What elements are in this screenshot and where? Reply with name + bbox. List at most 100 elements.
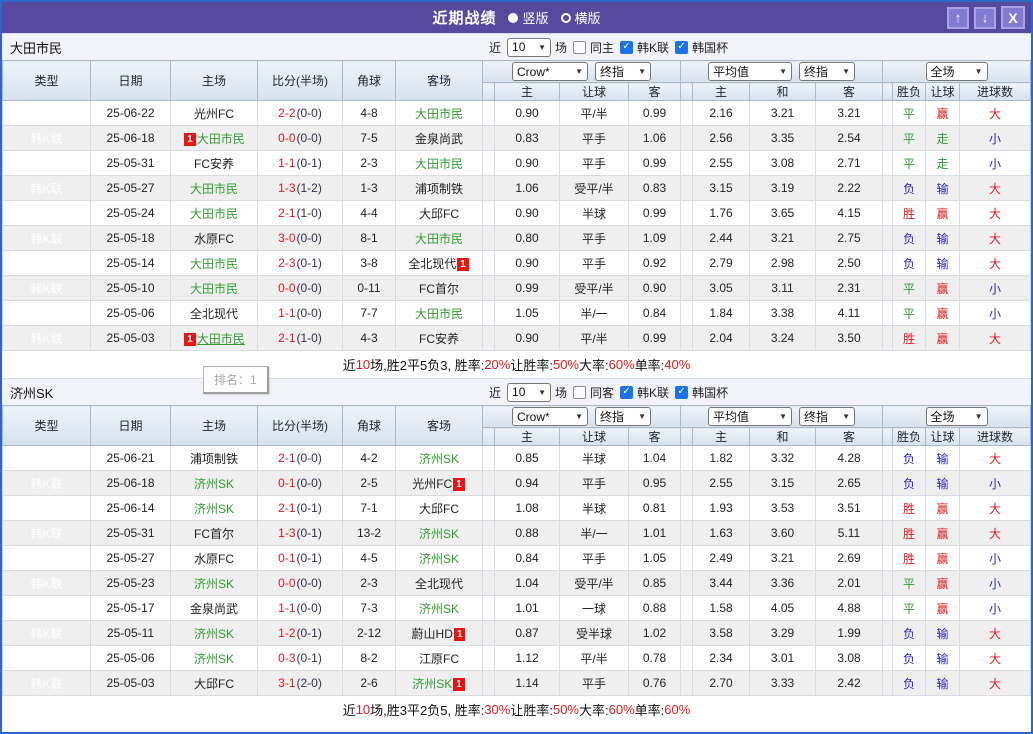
fulltime-select-group: 全场 ▼: [882, 60, 1031, 83]
home-team-cell[interactable]: 济州SK: [170, 570, 258, 596]
result-goals-cell: 小: [959, 300, 1031, 326]
home-team-cell[interactable]: 大田市民: [170, 275, 258, 301]
result-goals-cell: 大: [959, 670, 1031, 696]
average-select[interactable]: 平均值 ▼: [708, 407, 792, 426]
average-period-select[interactable]: 终指 ▼: [799, 407, 855, 426]
away-team-cell[interactable]: 大田市民: [395, 225, 483, 251]
layout-radio-horizontal[interactable]: 横版: [560, 8, 601, 27]
avg-away-cell: 2.42: [815, 670, 883, 696]
odds-away-cell: 1.09: [628, 225, 681, 251]
spacer-cell3: [882, 445, 893, 471]
away-team-cell[interactable]: 大邱FC: [395, 495, 483, 521]
away-team-cell[interactable]: 济州SK: [395, 445, 483, 471]
move-down-button[interactable]: ↓: [974, 6, 996, 29]
chevron-down-icon: ▼: [638, 412, 646, 421]
average-period-select[interactable]: 终指 ▼: [799, 62, 855, 81]
home-team-cell[interactable]: 济州SK: [170, 620, 258, 646]
odds-away-cell: 0.78: [628, 645, 681, 671]
odds-handicap-cell: 平手: [559, 225, 629, 251]
home-team-cell[interactable]: 浦项制铁: [170, 445, 258, 471]
home-team-cell[interactable]: 大田市民: [170, 175, 258, 201]
radio-vertical-label: 竖版: [522, 11, 549, 26]
home-team-cell[interactable]: 光州FC: [170, 100, 258, 126]
league-cell: 韩K联: [2, 200, 91, 226]
close-button[interactable]: X: [1001, 6, 1025, 29]
away-team-cell[interactable]: FC安养: [395, 325, 483, 351]
score-cell: 1-2(0-1): [257, 620, 343, 646]
team-name: 浦项制铁: [189, 451, 238, 466]
home-team-cell[interactable]: FC首尔: [170, 520, 258, 546]
fulltime-select[interactable]: 全场 ▼: [925, 62, 988, 81]
away-team-cell[interactable]: 济州SK: [395, 595, 483, 621]
away-team-cell[interactable]: 江原FC: [395, 645, 483, 671]
league-cell: 韩K联: [2, 175, 91, 201]
average-select[interactable]: 平均值 ▼: [708, 62, 792, 81]
layout-radio-vertical[interactable]: 竖版: [508, 8, 549, 27]
score-cell: 2-1(0-1): [257, 495, 343, 521]
bookmaker-select[interactable]: Crow* ▼: [512, 407, 588, 426]
rank-badge: 1: [453, 477, 465, 491]
away-team-cell[interactable]: 金泉尚武: [395, 125, 483, 151]
home-team-cell[interactable]: 济州SK: [170, 470, 258, 496]
cup-checkbox[interactable]: ✓: [675, 385, 689, 399]
odds-home-cell: 1.08: [494, 495, 560, 521]
recent-count-select[interactable]: 10 ▼: [507, 37, 552, 57]
away-team-cell[interactable]: 大邱FC: [395, 200, 483, 226]
same-venue-checkbox[interactable]: [573, 385, 587, 399]
home-team-cell[interactable]: 大田市民: [170, 200, 258, 226]
summary-part: 场,胜3平2负5, 胜率:: [370, 703, 485, 718]
away-team-cell[interactable]: 济州SK 1: [395, 670, 483, 696]
team-section: 大田市民 近 10 ▼ 场 同主 ✓ 韩K联 ✓ 韩国杯 类型 日期 主场 比分…: [2, 33, 1031, 378]
away-team-cell[interactable]: 济州SK: [395, 520, 483, 546]
home-team-cell[interactable]: FC安养: [170, 150, 258, 176]
home-team-cell[interactable]: 全北现代: [170, 300, 258, 326]
away-team-cell[interactable]: 全北现代: [395, 570, 483, 596]
league-k-checkbox[interactable]: ✓: [620, 385, 634, 399]
move-up-button[interactable]: ↑: [947, 6, 969, 29]
away-team-cell[interactable]: 大田市民: [395, 150, 483, 176]
home-team-cell[interactable]: 水原FC: [170, 225, 258, 251]
recent-count-select[interactable]: 10 ▼: [507, 382, 552, 402]
bookmaker-select[interactable]: Crow* ▼: [512, 62, 588, 81]
match-row: 韩K联 25-06-14 济州SK 2-1(0-1) 7-1 大邱FC 1.08…: [2, 495, 1031, 521]
league-k-checkbox[interactable]: ✓: [620, 40, 634, 54]
away-team-cell[interactable]: 大田市民: [395, 100, 483, 126]
home-team-cell[interactable]: 金泉尚武: [170, 595, 258, 621]
summary-part: 50%: [552, 702, 579, 717]
away-team-cell[interactable]: FC首尔: [395, 275, 483, 301]
home-team-cell[interactable]: 水原FC: [170, 545, 258, 571]
home-team-cell[interactable]: 大邱FC: [170, 670, 258, 696]
same-venue-checkbox[interactable]: [573, 40, 587, 54]
date-cell: 25-05-03: [90, 325, 171, 351]
away-team-cell[interactable]: 济州SK: [395, 545, 483, 571]
score-cell: 0-0(0-0): [257, 275, 343, 301]
fulltime-select[interactable]: 全场 ▼: [925, 407, 988, 426]
home-team-cell[interactable]: 1 大田市民: [170, 325, 258, 351]
home-team-cell[interactable]: 济州SK: [170, 645, 258, 671]
home-team-cell[interactable]: 1 大田市民: [170, 125, 258, 151]
bookmaker-period-select[interactable]: 终指 ▼: [595, 407, 651, 426]
league-cell: 韩K联: [2, 495, 91, 521]
odds-away-cell: 0.99: [628, 200, 681, 226]
avg-away-cell: 5.11: [815, 520, 883, 546]
odds-home-cell: 0.90: [494, 200, 560, 226]
bookmaker-period-select[interactable]: 终指 ▼: [595, 62, 651, 81]
avg-home-cell: 2.79: [692, 250, 750, 276]
cup-checkbox[interactable]: ✓: [675, 40, 689, 54]
close-icon: X: [1008, 9, 1018, 26]
home-team-cell[interactable]: 济州SK: [170, 495, 258, 521]
away-team-cell[interactable]: 大田市民: [395, 300, 483, 326]
away-team-cell[interactable]: 光州FC 1: [395, 470, 483, 496]
score-fulltime: 1-1: [278, 306, 296, 320]
odds-handicap-cell: 平/半: [559, 325, 629, 351]
col-header-avg-home: 主: [692, 82, 750, 101]
result-handicap-cell: 输: [925, 445, 960, 471]
away-team-cell[interactable]: 全北现代 1: [395, 250, 483, 276]
home-team-cell[interactable]: 大田市民: [170, 250, 258, 276]
odds-away-cell: 0.81: [628, 495, 681, 521]
score-cell: 2-1(0-0): [257, 445, 343, 471]
score-halftime: (0-0): [296, 131, 322, 145]
away-team-cell[interactable]: 浦项制铁: [395, 175, 483, 201]
match-row: 韩K联 25-05-11 济州SK 1-2(0-1) 2-12 蔚山HD 1 0.…: [2, 620, 1031, 646]
away-team-cell[interactable]: 蔚山HD 1: [395, 620, 483, 646]
